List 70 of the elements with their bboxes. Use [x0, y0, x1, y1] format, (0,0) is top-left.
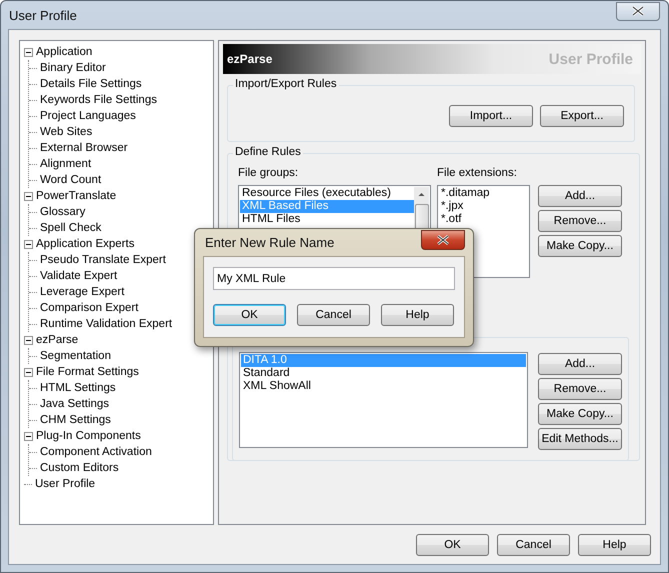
tree-item[interactable]: Custom Editors	[39, 462, 120, 474]
close-button[interactable]	[616, 2, 660, 20]
rule-button[interactable]: Add...	[538, 353, 622, 375]
rule-button[interactable]: Edit Methods...	[538, 428, 622, 450]
rule-button[interactable]: Remove...	[538, 378, 622, 400]
tree-item[interactable]: ezParse	[35, 334, 80, 346]
tree-item[interactable]: Pseudo Translate Expert	[39, 254, 167, 266]
collapse-icon[interactable]	[24, 336, 33, 344]
tree-item[interactable]: Spell Check	[39, 222, 102, 234]
panel-subtitle: User Profile	[548, 50, 633, 68]
tree-item[interactable]: Component Activation	[39, 446, 153, 458]
dialog-button[interactable]: Cancel	[297, 304, 370, 326]
tree-item[interactable]: PowerTranslate	[35, 190, 118, 202]
list-item[interactable]: *.otf	[439, 213, 528, 226]
dialog-button[interactable]: OK	[416, 534, 489, 556]
extension-button[interactable]: Remove...	[538, 210, 622, 232]
dialog-button[interactable]: Help	[381, 304, 454, 326]
collapse-icon[interactable]	[24, 432, 33, 440]
close-button[interactable]	[421, 230, 465, 250]
tree-item[interactable]: Web Sites	[39, 126, 94, 138]
tree-item[interactable]: Runtime Validation Expert	[39, 318, 174, 330]
tree-item[interactable]: CHM Settings	[39, 414, 112, 426]
close-icon	[437, 234, 449, 244]
window-title: User Profile	[9, 8, 77, 22]
tree-item[interactable]: User Profile	[34, 478, 96, 490]
tree-item[interactable]: Comparison Expert	[39, 302, 140, 314]
tree-item[interactable]: Application Experts	[35, 238, 136, 250]
tree-item[interactable]: File Format Settings	[35, 366, 140, 378]
list-item[interactable]: XML ShowAll	[241, 380, 526, 393]
close-icon	[632, 6, 644, 16]
field-label: File groups:	[238, 167, 300, 181]
collapse-icon[interactable]	[24, 368, 33, 376]
tree-item[interactable]: Project Languages	[39, 110, 137, 122]
tree-item[interactable]: Leverage Expert	[39, 286, 126, 298]
tree-item[interactable]: Segmentation	[39, 350, 112, 362]
dialog-button[interactable]: Cancel	[497, 534, 570, 556]
tree-item[interactable]: External Browser	[39, 142, 129, 154]
collapse-icon[interactable]	[24, 240, 33, 248]
list-item[interactable]: *.jpx	[439, 200, 528, 213]
tree-item[interactable]: Plug-In Components	[35, 430, 142, 442]
panel-title: ezParse	[227, 52, 272, 66]
import-export-button[interactable]: Import...	[449, 105, 533, 127]
group-label: Import/Export Rules	[233, 78, 339, 90]
field-label: File extensions:	[437, 167, 518, 181]
collapse-icon[interactable]	[24, 48, 33, 56]
list-item[interactable]: HTML Files	[240, 213, 414, 226]
tree-item[interactable]: Alignment	[39, 158, 92, 170]
list-item[interactable]: Resource Files (executables)	[240, 187, 414, 200]
tree-item[interactable]: HTML Settings	[39, 382, 117, 394]
tree-item[interactable]: Application	[35, 46, 94, 58]
import-export-button[interactable]: Export...	[540, 105, 624, 127]
tree-item[interactable]: Details File Settings	[39, 78, 143, 90]
list-item[interactable]: *.ditamap	[439, 187, 528, 200]
collapse-icon[interactable]	[24, 192, 33, 200]
tree-item[interactable]: Binary Editor	[39, 62, 107, 74]
dialog-title: Enter New Rule Name	[205, 235, 334, 250]
dialog-button[interactable]: Help	[578, 534, 651, 556]
list-item[interactable]: Standard	[241, 367, 526, 380]
extension-button[interactable]: Make Copy...	[538, 235, 622, 257]
dialog-button[interactable]: OK	[213, 304, 286, 326]
tree-item[interactable]: Validate Expert	[39, 270, 118, 282]
group-label: Define Rules	[233, 146, 303, 158]
rules-list[interactable]: DITA 1.0 Standard XML ShowAll	[239, 352, 528, 448]
rule-button[interactable]: Make Copy...	[538, 403, 622, 425]
rule-name-field[interactable]: My XML Rule	[213, 267, 455, 290]
tree-item[interactable]: Java Settings	[39, 398, 110, 410]
extension-button[interactable]: Add...	[538, 185, 622, 207]
tree-item[interactable]: Keywords File Settings	[39, 94, 158, 106]
tree-item[interactable]: Word Count	[39, 174, 102, 186]
tree-item[interactable]: Glossary	[39, 206, 86, 218]
